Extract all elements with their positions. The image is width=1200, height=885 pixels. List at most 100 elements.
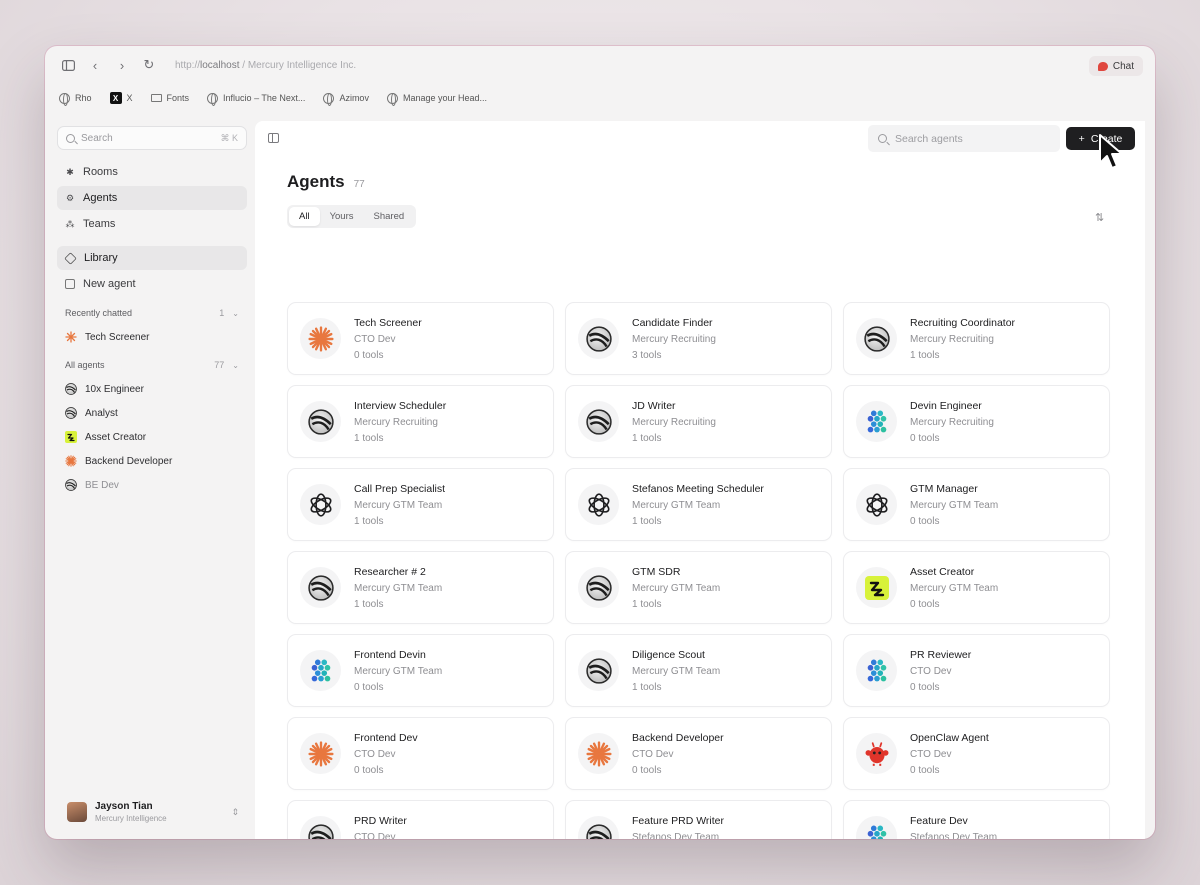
agent-card-text: Diligence Scout Mercury GTM Team 1 tools [632,649,720,693]
swirl-orb-icon [578,816,619,839]
bookmark-fonts[interactable]: Fonts [150,93,189,103]
sidebar-item-teams[interactable]: ⁂ Teams [57,212,247,236]
sidebar-toggle-icon[interactable] [59,56,77,74]
bookmark-rho[interactable]: Rho [59,92,92,106]
all-agents-header[interactable]: All agents 77 ⌄ [57,360,247,370]
claw-mascot-icon [856,733,897,774]
agent-tools-count: 1 tools [910,349,940,361]
agent-name: Backend Developer [632,731,724,744]
recent-agent-item[interactable]: Tech Screener [57,326,247,348]
layers-icon [64,251,77,265]
tab-shared[interactable]: Shared [364,207,415,226]
new-agent-button[interactable]: New agent [57,272,247,296]
sidebar-item-agents[interactable]: ⚙ Agents [57,186,247,210]
agent-team: CTO Dev [354,333,396,345]
tab-all[interactable]: All [289,207,320,226]
section-title: Recently chatted [65,308,133,318]
agent-card[interactable]: Diligence Scout Mercury GTM Team 1 tools [565,634,832,707]
agent-card[interactable]: JD Writer Mercury Recruiting 1 tools [565,385,832,458]
url-host: localhost [200,59,240,71]
agent-tools-count: 0 tools [910,598,940,610]
agent-name: GTM SDR [632,565,681,578]
agent-card[interactable]: Stefanos Meeting Scheduler Mercury GTM Te… [565,468,832,541]
agent-label: BE Dev [85,479,119,491]
back-icon[interactable]: ‹ [86,56,104,74]
bookmark-manage-head[interactable]: Manage your Head... [386,92,487,106]
agent-card[interactable]: Devin Engineer Mercury Recruiting 0 tools [843,385,1110,458]
forward-icon[interactable]: › [113,56,131,74]
sidebar-item-label: Agents [83,192,118,204]
all-agents-list: 10x Engineer Analyst Asset Creator Backend … [57,378,247,496]
user-profile[interactable]: Jayson Tian Mercury Intelligence ⇕ [67,796,239,828]
sidebar-item-label: New agent [83,278,136,290]
rooms-icon: ✱ [66,166,74,177]
agent-card[interactable]: PR Reviewer CTO Dev 0 tools [843,634,1110,707]
agent-card-text: Feature DevStefanos Dev Team0 tools [910,815,997,840]
agent-card[interactable]: Feature DevStefanos Dev Team0 tools [843,800,1110,839]
bookmark-azimov[interactable]: Azimov [323,92,369,106]
address-bar[interactable]: http://localhost / Mercury Intelligence … [175,60,356,71]
collapse-sidebar-icon[interactable] [268,133,279,143]
agent-name: PR Reviewer [910,648,972,661]
agent-card[interactable]: Tech Screener CTO Dev 0 tools [287,302,554,375]
agent-card[interactable]: Frontend Devin Mercury GTM Team 0 tools [287,634,554,707]
section-count: 1 [219,308,225,318]
agent-tools-count: 1 tools [632,681,662,693]
bookmark-label: Azimov [339,93,369,103]
recently-chatted-header[interactable]: Recently chatted 1 ⌄ [57,308,247,318]
agent-team: Mercury Recruiting [632,333,716,345]
swirl-icon [65,479,77,491]
agent-card-text: Recruiting Coordinator Mercury Recruiting… [910,317,1015,361]
bookmark-influcio[interactable]: Influcio – The Next... [207,92,305,106]
sidebar: Search ⌘ K ✱ Rooms ⚙ Agents ⁂ Teams Library… [57,126,247,826]
agent-search-input[interactable]: Search agents [868,125,1060,152]
agent-tools-count: 1 tools [632,598,662,610]
agent-card[interactable]: PRD WriterCTO Dev0 tools [287,800,554,839]
agent-tools-count: 1 tools [354,432,384,444]
agent-card[interactable]: GTM Manager Mercury GTM Team 0 tools [843,468,1110,541]
agent-team: Mercury GTM Team [354,665,443,677]
agent-name: Stefanos Meeting Scheduler [632,482,764,495]
chat-button[interactable]: Chat [1088,56,1143,76]
bookmark-x[interactable]: XX [109,92,133,104]
agent-card[interactable]: Call Prep Specialist Mercury GTM Team 1 to… [287,468,554,541]
globe-icon [323,92,335,106]
agent-team: Mercury GTM Team [632,582,721,594]
sidebar-item-rooms[interactable]: ✱ Rooms [57,160,247,184]
sidebar-agent-item[interactable]: Asset Creator [57,426,247,448]
agent-card[interactable]: GTM SDR Mercury GTM Team 1 tools [565,551,832,624]
hexagon-dots-icon [300,650,341,691]
agent-card-text: Candidate Finder Mercury Recruiting 3 tool… [632,317,716,361]
agent-card[interactable]: Recruiting Coordinator Mercury Recruiting… [843,302,1110,375]
agent-card[interactable]: OpenClaw Agent CTO Dev 0 tools [843,717,1110,790]
sidebar-agent-item[interactable]: Analyst [57,402,247,424]
sidebar-search[interactable]: Search ⌘ K [57,126,247,150]
sidebar-item-library[interactable]: Library [57,246,247,270]
sidebar-agent-item[interactable]: Backend Developer [57,450,247,472]
agent-card[interactable]: Backend Developer CTO Dev 0 tools [565,717,832,790]
x-logo-icon: X [109,92,122,104]
agent-card[interactable]: Candidate Finder Mercury Recruiting 3 tool… [565,302,832,375]
sidebar-agent-item[interactable]: BE Dev [57,474,247,496]
globe-icon [207,92,219,106]
agent-card[interactable]: Interview Scheduler Mercury Recruiting 1 t… [287,385,554,458]
asterisk-icon [65,455,77,467]
main-content: Search agents + Create Agents 77 All You… [255,121,1145,839]
sort-icon[interactable]: ⇅ [1095,211,1104,224]
bookmark-label: Rho [75,93,92,103]
agent-card-text: GTM SDR Mercury GTM Team 1 tools [632,566,720,610]
agent-tools-count: 0 tools [910,515,940,527]
agent-team: Mercury GTM Team [354,582,443,594]
globe-icon [386,92,398,106]
agent-card[interactable]: Asset Creator Mercury GTM Team 0 tools [843,551,1110,624]
agent-card[interactable]: Feature PRD WriterStefanos Dev Team0 too… [565,800,832,839]
agent-card[interactable]: Researcher # 2 Mercury GTM Team 1 tools [287,551,554,624]
agent-tools-count: 0 tools [910,764,940,776]
tab-yours[interactable]: Yours [320,207,364,226]
search-placeholder: Search [81,132,113,144]
agent-card[interactable]: Frontend Dev CTO Dev 0 tools [287,717,554,790]
reload-icon[interactable]: ↻ [140,56,158,74]
agent-name: OpenClaw Agent [910,731,989,744]
sidebar-agent-item[interactable]: 10x Engineer [57,378,247,400]
